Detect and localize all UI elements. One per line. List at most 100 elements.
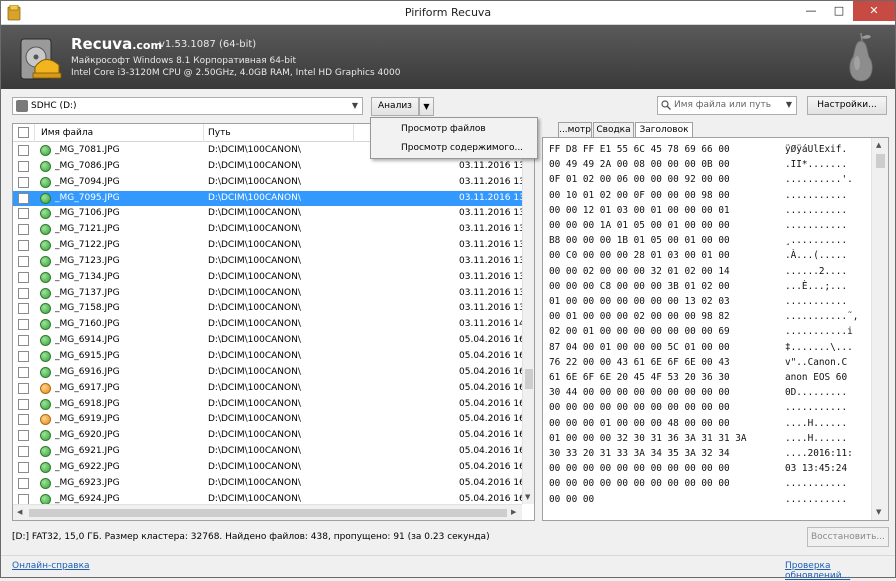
chevron-down-icon[interactable]: ▼ — [348, 98, 362, 114]
row-checkbox[interactable] — [18, 287, 29, 299]
row-checkbox[interactable] — [18, 192, 29, 204]
table-row[interactable]: _MG_6920.JPG D:\DCIM\100CANON\ 05.04.2016 … — [13, 428, 522, 444]
row-checkbox[interactable] — [18, 224, 29, 236]
table-row[interactable]: _MG_6919.JPG D:\DCIM\100CANON\ 05.04.2016 … — [13, 412, 522, 428]
scroll-right-icon[interactable]: ▶ — [511, 508, 516, 516]
table-row[interactable]: _MG_6918.JPG D:\DCIM\100CANON\ 05.04.2016 … — [13, 397, 522, 413]
file-date-cell: 05.04.2016 16: — [459, 414, 522, 425]
hex-line: 0F 01 02 00 06 00 00 00 92 00 00 — [549, 174, 730, 186]
search-input[interactable]: Имя файла или путь ▼ — [657, 96, 797, 115]
close-button[interactable]: ✕ — [853, 1, 895, 21]
table-row[interactable]: _MG_7086.JPG D:\DCIM\100CANON\ 03.11.2016 … — [13, 159, 522, 175]
hex-line: 00 49 49 2A 00 08 00 00 00 0B 00 — [549, 159, 730, 171]
brand-name: Recuva — [71, 35, 133, 53]
ascii-line: 03 13:45:24 — [785, 463, 848, 475]
table-row[interactable]: _MG_6921.JPG D:\DCIM\100CANON\ 05.04.2016 … — [13, 444, 522, 460]
hex-scroll-thumb[interactable] — [876, 154, 885, 168]
table-row[interactable]: _MG_7123.JPG D:\DCIM\100CANON\ 03.11.2016 … — [13, 254, 522, 270]
hex-view-scrollbar[interactable]: ▲ ▼ — [871, 138, 888, 520]
file-date-cell: 05.04.2016 16: — [459, 446, 522, 457]
footer: Онлайн-справка Проверка обновлений... — [1, 555, 895, 581]
menu-item-view-files[interactable]: Просмотр файлов — [371, 120, 537, 138]
status-excellent-icon — [40, 145, 51, 156]
horizontal-scroll-thumb[interactable] — [29, 509, 507, 517]
ascii-line: ....2016:11: — [785, 448, 853, 460]
row-checkbox[interactable] — [18, 398, 29, 410]
table-row[interactable]: _MG_6922.JPG D:\DCIM\100CANON\ 05.04.2016 … — [13, 460, 522, 476]
row-checkbox[interactable] — [18, 176, 29, 188]
table-row[interactable]: _MG_6917.JPG D:\DCIM\100CANON\ 05.04.2016 … — [13, 381, 522, 397]
row-checkbox[interactable] — [18, 319, 29, 331]
table-row[interactable]: _MG_7094.JPG D:\DCIM\100CANON\ 03.11.2016 … — [13, 175, 522, 191]
row-checkbox[interactable] — [18, 461, 29, 473]
minimize-button[interactable]: — — [797, 1, 825, 21]
select-all-checkbox[interactable] — [18, 127, 29, 138]
row-checkbox[interactable] — [18, 366, 29, 378]
vertical-scroll-thumb[interactable] — [525, 369, 533, 389]
check-updates-link[interactable]: Проверка обновлений... — [785, 561, 895, 581]
title-bar: Piriform Recuva — □ ✕ — [1, 1, 895, 25]
chevron-down-icon[interactable]: ▼ — [782, 97, 796, 113]
file-list-horizontal-scrollbar[interactable]: ◀ ▶ — [13, 504, 522, 520]
table-row[interactable]: _MG_7106.JPG D:\DCIM\100CANON\ 03.11.2016 … — [13, 206, 522, 222]
row-checkbox[interactable] — [18, 240, 29, 252]
analyze-dropdown-button[interactable]: ▼ — [419, 97, 434, 116]
table-row[interactable]: _MG_7158.JPG D:\DCIM\100CANON\ 03.11.2016 … — [13, 301, 522, 317]
system-info: Майкрософт Windows 8.1 Корпоративная 64-… — [71, 55, 400, 79]
column-header-path[interactable]: Путь — [204, 124, 354, 142]
column-header-name[interactable]: Имя файла — [35, 124, 204, 142]
status-excellent-icon — [40, 350, 51, 362]
table-row[interactable]: _MG_7095.JPG D:\DCIM\100CANON\ 03.11.2016 … — [13, 190, 522, 207]
row-checkbox[interactable] — [18, 335, 29, 347]
scroll-down-icon[interactable]: ▼ — [876, 508, 881, 516]
restore-button[interactable]: Восстановить... — [807, 527, 889, 547]
menu-item-view-content[interactable]: Просмотр содержимого... — [371, 139, 537, 157]
ascii-line: ...........˜‚ — [785, 311, 859, 323]
settings-button[interactable]: Настройки... — [807, 96, 887, 115]
file-path-cell: D:\DCIM\100CANON\ — [208, 398, 301, 409]
table-row[interactable]: _MG_7121.JPG D:\DCIM\100CANON\ 03.11.2016 … — [13, 222, 522, 238]
row-checkbox[interactable] — [18, 477, 29, 489]
status-excellent-icon — [40, 477, 51, 489]
row-checkbox[interactable] — [18, 160, 29, 172]
row-checkbox[interactable] — [18, 350, 29, 362]
file-date-cell: 03.11.2016 13: — [459, 303, 522, 314]
row-checkbox[interactable] — [18, 446, 29, 458]
table-row[interactable]: _MG_7122.JPG D:\DCIM\100CANON\ 03.11.2016 … — [13, 238, 522, 254]
header-select-all[interactable] — [13, 124, 35, 142]
hex-line: 87 04 00 01 00 00 00 5C 01 00 00 — [549, 341, 730, 353]
table-row[interactable]: _MG_7160.JPG D:\DCIM\100CANON\ 03.11.2016 … — [13, 317, 522, 333]
table-row[interactable]: _MG_6915.JPG D:\DCIM\100CANON\ 05.04.2016 … — [13, 349, 522, 365]
maximize-button[interactable]: □ — [825, 1, 853, 21]
drive-select[interactable]: SDHC (D:) ▼ — [12, 97, 363, 115]
table-row[interactable]: _MG_6916.JPG D:\DCIM\100CANON\ 05.04.2016 … — [13, 365, 522, 381]
row-checkbox[interactable] — [18, 303, 29, 315]
row-checkbox[interactable] — [18, 271, 29, 283]
ascii-line: .II*....... — [785, 159, 848, 171]
ascii-line: anon EOS 60 — [785, 372, 848, 384]
row-checkbox[interactable] — [18, 145, 29, 156]
online-help-link[interactable]: Онлайн-справка — [12, 561, 90, 571]
tab-preview[interactable]: ...мотр — [558, 122, 592, 138]
table-row[interactable]: _MG_7134.JPG D:\DCIM\100CANON\ 03.11.2016 … — [13, 270, 522, 286]
row-checkbox[interactable] — [18, 382, 29, 394]
table-row[interactable]: _MG_6923.JPG D:\DCIM\100CANON\ 05.04.2016 … — [13, 476, 522, 492]
file-list-vertical-scrollbar[interactable]: ▲ ▼ — [522, 143, 534, 504]
file-path-cell: D:\DCIM\100CANON\ — [208, 350, 301, 361]
row-checkbox[interactable] — [18, 414, 29, 426]
tab-summary[interactable]: Сводка — [593, 122, 634, 138]
scroll-down-icon[interactable]: ▼ — [525, 493, 530, 501]
file-name-cell: _MG_6920.JPG — [55, 430, 120, 441]
scroll-up-icon[interactable]: ▲ — [876, 141, 881, 149]
row-checkbox[interactable] — [18, 430, 29, 442]
scroll-left-icon[interactable]: ◀ — [17, 508, 22, 516]
status-excellent-icon — [40, 430, 51, 442]
row-checkbox[interactable] — [18, 208, 29, 220]
row-checkbox[interactable] — [18, 255, 29, 267]
row-checkbox[interactable] — [18, 493, 29, 505]
ascii-line: ........... — [785, 493, 848, 505]
analyze-button[interactable]: Анализ — [371, 97, 419, 116]
file-date-cell: 03.11.2016 13: — [459, 208, 522, 219]
table-row[interactable]: _MG_6914.JPG D:\DCIM\100CANON\ 05.04.2016 … — [13, 333, 522, 349]
table-row[interactable]: _MG_7137.JPG D:\DCIM\100CANON\ 03.11.2016 … — [13, 286, 522, 302]
